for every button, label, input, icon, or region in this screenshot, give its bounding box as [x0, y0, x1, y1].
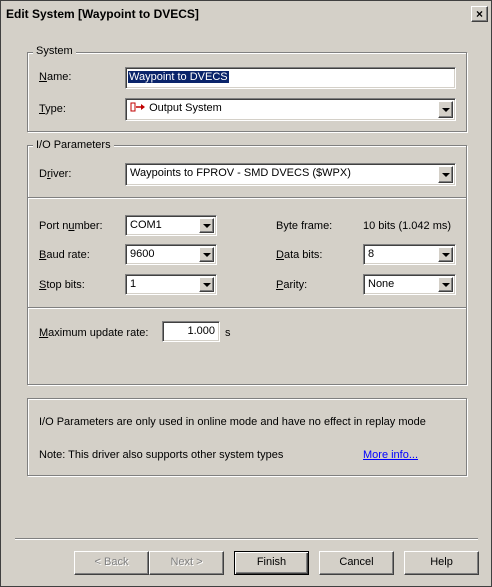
cancel-button[interactable]: Cancel: [319, 551, 394, 575]
stop-bits-label: Stop bits:: [39, 279, 85, 291]
driver-select[interactable]: Waypoints to FPROV - SMD DVECS ($WPX): [125, 163, 456, 186]
info-text-line1: I/O Parameters are only used in online m…: [39, 416, 426, 428]
system-group-legend: System: [33, 45, 76, 57]
port-number-value: COM1: [130, 219, 162, 231]
driver-label: Driver:: [39, 168, 72, 180]
port-number-select[interactable]: COM1: [125, 215, 217, 236]
close-icon: ×: [475, 7, 483, 21]
stop-bits-dropdown-button[interactable]: [199, 277, 214, 292]
parity-select[interactable]: None: [363, 274, 456, 295]
data-bits-value: 8: [368, 248, 375, 260]
parity-value: None: [368, 278, 395, 290]
baud-rate-label: Baud rate:: [39, 249, 90, 261]
byte-frame-value: 10 bits (1.042 ms): [363, 220, 452, 232]
baud-rate-dropdown-button[interactable]: [199, 247, 214, 262]
max-update-rate-input[interactable]: 1.000: [162, 321, 220, 342]
stop-bits-value: 1: [130, 278, 137, 290]
data-bits-select[interactable]: 8: [363, 244, 456, 265]
baud-rate-value: 9600: [130, 248, 155, 260]
name-label: Name:: [39, 71, 72, 83]
more-info-link[interactable]: More info...: [363, 449, 418, 461]
help-button[interactable]: Help: [404, 551, 479, 575]
close-button[interactable]: ×: [471, 6, 488, 22]
window-title: Edit System [Waypoint to DVECS]: [6, 7, 199, 21]
driver-dropdown-button[interactable]: [438, 166, 453, 183]
output-system-icon: [130, 102, 145, 112]
info-text-line2: Note: This driver also supports other sy…: [39, 449, 284, 461]
info-panel: [27, 398, 467, 476]
max-update-rate-value: 1.000: [187, 325, 215, 337]
max-update-rate-unit: s: [225, 327, 231, 339]
type-select-value: Output System: [149, 102, 222, 114]
io-separator-1: [28, 197, 466, 199]
back-button[interactable]: < Back: [74, 551, 149, 575]
data-bits-dropdown-button[interactable]: [438, 247, 453, 262]
finish-button[interactable]: Finish: [234, 551, 309, 575]
name-input-value: Waypoint to DVECS: [128, 71, 229, 83]
type-label: Type:: [39, 103, 66, 115]
title-bar[interactable]: Edit System [Waypoint to DVECS] ×: [2, 2, 490, 26]
name-input[interactable]: Waypoint to DVECS: [125, 67, 456, 89]
port-number-label: Port number:: [39, 220, 103, 232]
stop-bits-select[interactable]: 1: [125, 274, 217, 295]
byte-frame-label: Byte frame:: [276, 220, 333, 232]
next-button[interactable]: Next >: [149, 551, 224, 575]
driver-select-value: Waypoints to FPROV - SMD DVECS ($WPX): [130, 167, 351, 179]
port-number-dropdown-button[interactable]: [199, 218, 214, 233]
io-parameters-legend: I/O Parameters: [33, 139, 114, 151]
dialog-window: Edit System [Waypoint to DVECS] × System…: [0, 0, 492, 587]
max-update-rate-label: Maximum update rate:: [39, 327, 149, 339]
parity-label: Parity:: [276, 279, 308, 291]
data-bits-label: Data bits:: [276, 249, 323, 261]
type-dropdown-button[interactable]: [438, 101, 453, 118]
io-separator-2: [28, 307, 466, 309]
baud-rate-select[interactable]: 9600: [125, 244, 217, 265]
parity-dropdown-button[interactable]: [438, 277, 453, 292]
type-select[interactable]: Output System: [125, 98, 456, 121]
button-separator: [15, 538, 478, 540]
